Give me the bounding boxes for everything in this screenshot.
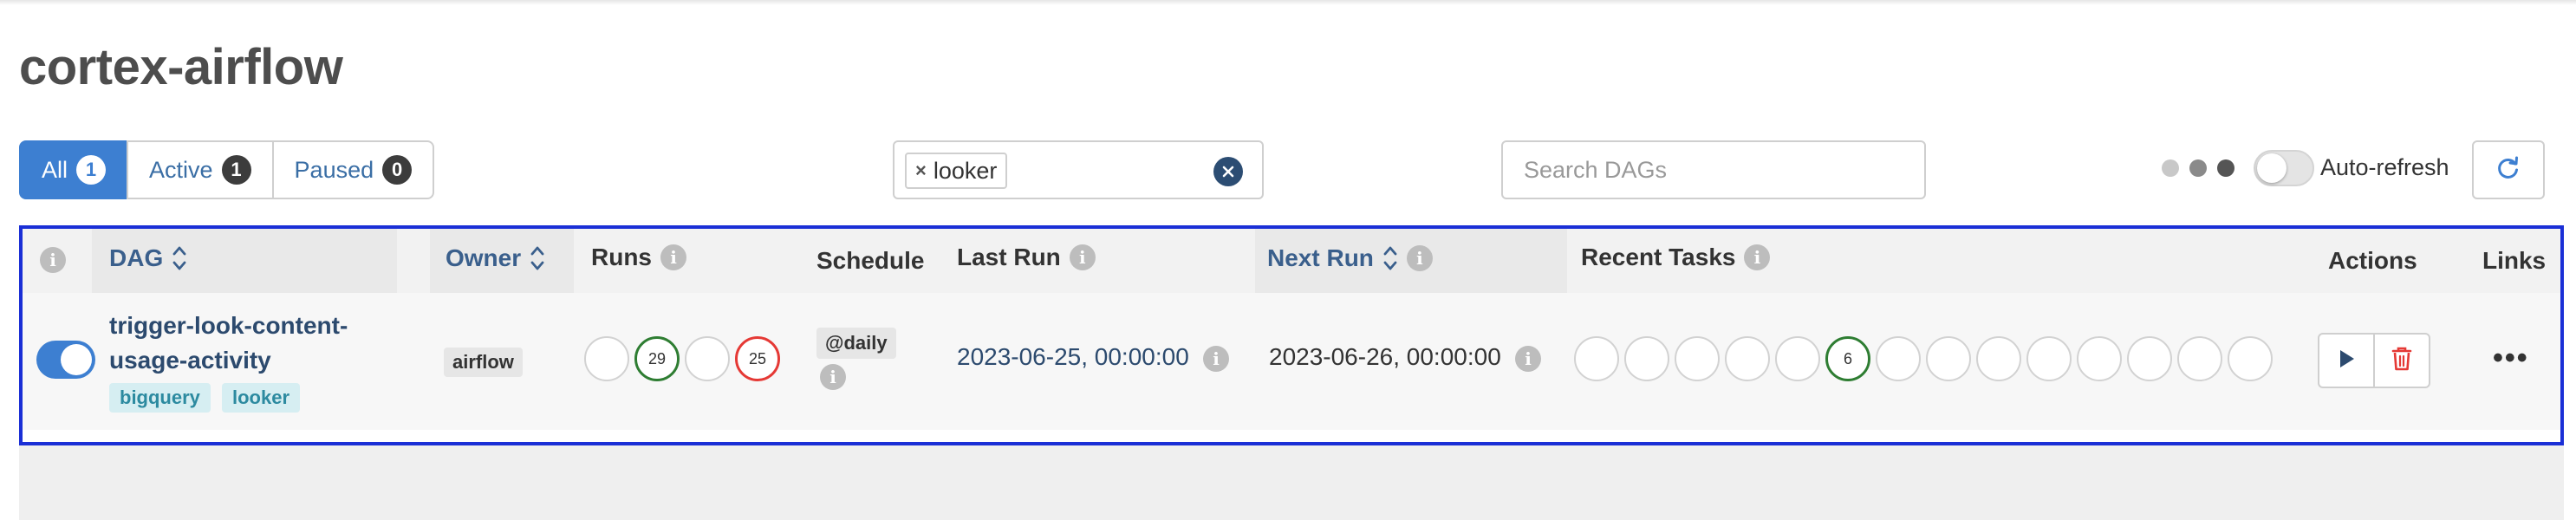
auto-refresh-knob [2257, 153, 2287, 183]
filter-all-label: All [42, 156, 68, 183]
status-filter-group: All 1 Active 1 Paused 0 [19, 140, 435, 199]
filter-paused-label: Paused [294, 156, 374, 183]
search-placeholder: Search DAGs [1524, 156, 1668, 183]
loading-dot-1 [2162, 159, 2179, 177]
loading-dots [2162, 159, 2234, 177]
search-dags-input[interactable]: Search DAGs [1501, 140, 1926, 199]
tag-filter-chip-label: looker [933, 157, 998, 184]
page-title: cortex-airflow [19, 39, 343, 95]
refresh-button[interactable] [2472, 140, 2545, 199]
filter-all-button[interactable]: All 1 [19, 140, 129, 199]
filter-paused-button[interactable]: Paused 0 [271, 140, 435, 199]
table-highlight-border [19, 225, 2564, 445]
refresh-icon [2495, 155, 2521, 185]
loading-dot-3 [2217, 159, 2234, 177]
filter-active-count: 1 [221, 155, 251, 185]
tag-filter-chip: × looker [905, 153, 1008, 189]
filter-all-count: 1 [76, 155, 107, 185]
table-below-area [19, 445, 2564, 520]
loading-dot-2 [2189, 159, 2207, 177]
filter-active-button[interactable]: Active 1 [127, 140, 274, 199]
auto-refresh-label: Auto-refresh [2320, 154, 2449, 180]
clear-tags-icon[interactable] [1213, 157, 1243, 186]
remove-tag-icon[interactable]: × [915, 159, 927, 182]
filter-paused-count: 0 [382, 155, 413, 185]
top-shadow [0, 0, 2576, 5]
auto-refresh-toggle[interactable] [2254, 150, 2314, 186]
tag-filter-input[interactable]: × looker [893, 140, 1264, 199]
filter-active-label: Active [149, 156, 213, 183]
